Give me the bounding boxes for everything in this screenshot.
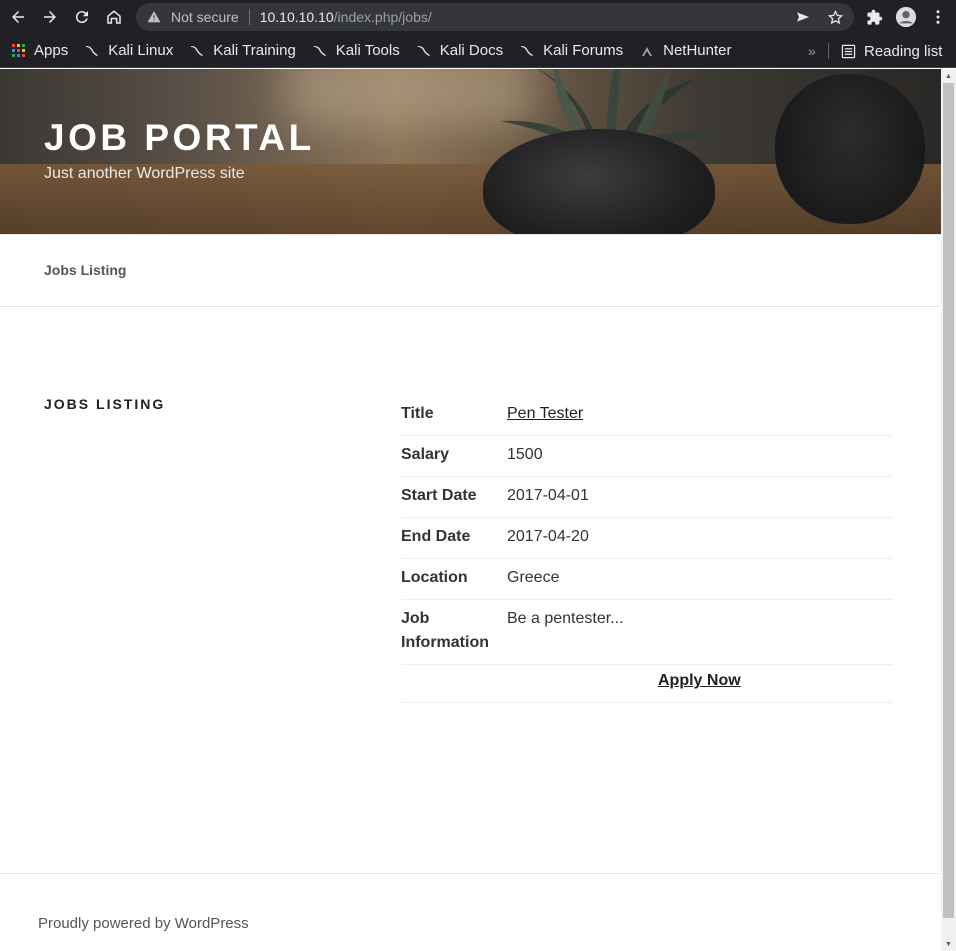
bookmark-kali-tools[interactable]: Kali Tools <box>312 42 400 59</box>
table-row: End Date 2017-04-20 <box>401 518 893 559</box>
scrollbar-thumb[interactable] <box>943 83 954 918</box>
arrow-left-icon <box>12 11 24 23</box>
site-footer: Proudly powered by WordPress <box>0 873 941 951</box>
row-label: Job Information <box>401 610 489 651</box>
row-value: 1500 <box>507 446 543 463</box>
row-label: Start Date <box>401 487 477 504</box>
warning-icon <box>146 9 162 25</box>
table-row: Location Greece <box>401 559 893 600</box>
page-scrollbar[interactable]: ▲ ▼ <box>941 69 956 951</box>
reading-list-icon <box>840 43 856 59</box>
menu-item-jobs-listing[interactable]: Jobs Listing <box>44 262 126 278</box>
bookmark-kali-linux[interactable]: Kali Linux <box>84 42 173 59</box>
row-value: Pen Tester <box>507 395 893 435</box>
job-title-link[interactable]: Pen Tester <box>507 405 583 422</box>
table-row: Start Date 2017-04-01 <box>401 477 893 518</box>
kali-dragon-icon <box>416 43 432 59</box>
send-icon[interactable] <box>792 6 814 28</box>
url-host: 10.10.10.10 <box>259 9 334 25</box>
kali-dragon-icon <box>189 43 205 59</box>
navigation-menu: Jobs Listing <box>0 234 941 307</box>
row-label: End Date <box>401 528 471 545</box>
bookmarks-divider <box>828 43 829 59</box>
table-row: Title Pen Tester <box>401 395 893 436</box>
home-icon <box>107 10 121 24</box>
table-row: Salary 1500 <box>401 436 893 477</box>
reading-list-button[interactable]: Reading list <box>840 34 942 68</box>
more-bookmarks-button[interactable]: » <box>808 34 816 68</box>
star-icon[interactable] <box>824 6 846 28</box>
powered-by-link[interactable]: Proudly powered by WordPress <box>38 915 249 932</box>
arrow-right-icon <box>44 11 56 23</box>
address-bar-actions <box>792 3 846 31</box>
bookmark-kali-training[interactable]: Kali Training <box>189 42 296 59</box>
bookmark-label: Kali Linux <box>108 42 174 59</box>
apply-now-link[interactable]: Apply Now <box>658 672 741 690</box>
job-details-table: Title Pen Tester Salary 1500 Start Date … <box>401 395 893 703</box>
home-button[interactable] <box>98 0 130 34</box>
bookmark-label: Kali Training <box>213 42 296 59</box>
back-button[interactable] <box>2 0 34 34</box>
bookmark-label: Kali Forums <box>543 42 624 59</box>
row-value: Be a pentester... <box>507 610 624 627</box>
row-label: Salary <box>401 446 450 463</box>
bookmark-label: Kali Docs <box>439 42 504 59</box>
kali-dragon-icon <box>519 43 535 59</box>
bookmark-apps[interactable]: Apps <box>10 42 68 59</box>
row-value: 2017-04-20 <box>507 528 589 545</box>
bookmark-label: Apps <box>34 42 69 59</box>
row-value: Greece <box>507 569 560 586</box>
header-hero-image: JOB PORTAL Just another WordPress site <box>0 69 941 234</box>
url-path: /index.php/jobs/ <box>333 9 432 25</box>
table-row: Job Information Be a pentester... <box>401 600 893 665</box>
page-title: JOBS LISTING <box>44 396 166 412</box>
browser-toolbar: Not secure 10.10.10.10/index.php/jobs/ <box>0 0 956 34</box>
more-menu-icon[interactable] <box>926 5 950 29</box>
row-label: Location <box>401 569 468 586</box>
bookmark-nethunter[interactable]: NetHunter <box>639 42 732 59</box>
extensions-puzzle-icon[interactable] <box>862 5 886 29</box>
toolbar-actions <box>862 0 950 34</box>
row-value: 2017-04-01 <box>507 487 589 504</box>
bookmark-label: Kali Tools <box>335 42 400 59</box>
apps-grid-icon <box>10 43 26 59</box>
page-viewport: JOB PORTAL Just another WordPress site J… <box>0 69 941 951</box>
profile-avatar-icon[interactable] <box>894 5 918 29</box>
reading-list-label: Reading list <box>864 42 943 60</box>
scroll-up-arrow-icon[interactable]: ▲ <box>941 69 956 83</box>
bookmark-kali-forums[interactable]: Kali Forums <box>519 42 623 59</box>
bookmark-kali-docs[interactable]: Kali Docs <box>416 42 503 59</box>
forward-button[interactable] <box>34 0 66 34</box>
kali-dragon-icon <box>84 43 100 59</box>
security-label[interactable]: Not secure <box>171 9 239 25</box>
address-separator <box>248 9 250 25</box>
table-row: Apply Now <box>401 665 893 703</box>
nethunter-icon <box>639 43 655 59</box>
bookmarks-bar: Apps Kali Linux Kali Training Kali Tools… <box>0 34 956 68</box>
site-description: Just another WordPress site <box>44 165 245 182</box>
bookmark-label: NetHunter <box>663 42 732 59</box>
background-pot <box>775 74 925 224</box>
address-bar[interactable]: Not secure 10.10.10.10/index.php/jobs/ <box>136 3 854 31</box>
site-title[interactable]: JOB PORTAL <box>44 117 315 159</box>
scroll-down-arrow-icon[interactable]: ▼ <box>941 937 956 951</box>
row-label: Title <box>401 405 434 422</box>
kali-dragon-icon <box>312 43 328 59</box>
reload-button[interactable] <box>66 0 98 34</box>
reload-icon <box>75 11 88 24</box>
